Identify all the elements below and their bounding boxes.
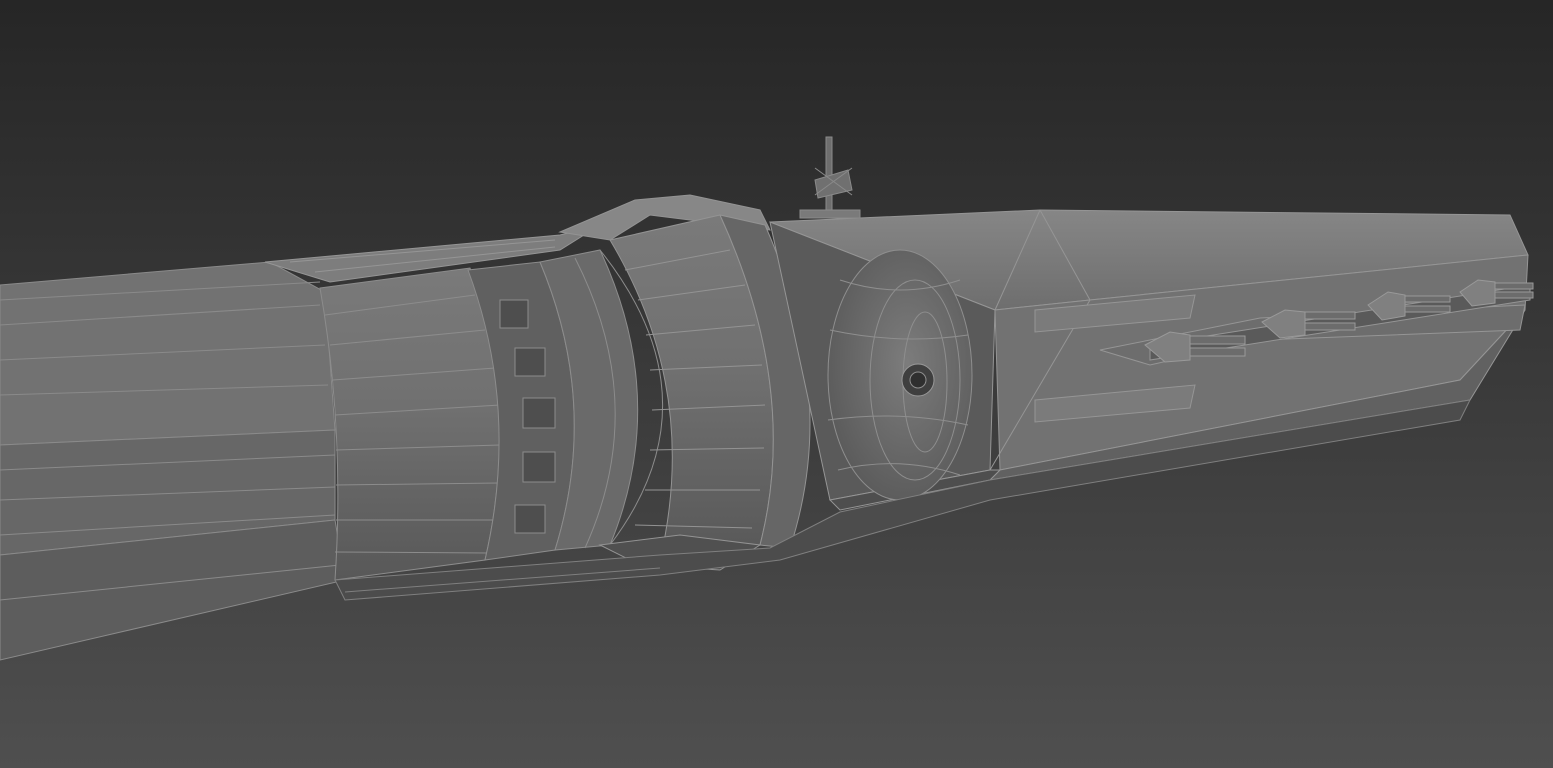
rear-drum xyxy=(319,267,501,581)
3d-viewport[interactable] xyxy=(0,0,1553,768)
wireframe-render xyxy=(0,0,1553,768)
reactor-sphere xyxy=(827,249,973,501)
